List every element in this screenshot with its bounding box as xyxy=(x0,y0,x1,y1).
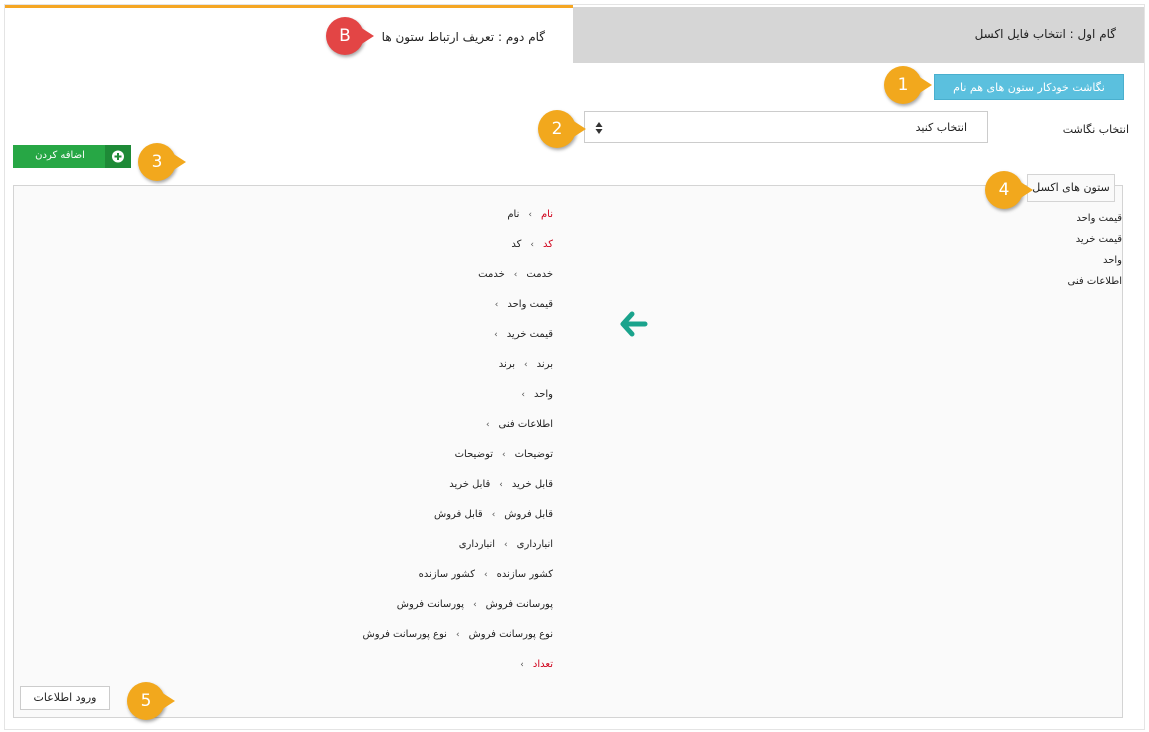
mapping-row[interactable]: پورسانت فروش › پورسانت فروش xyxy=(300,595,553,625)
mapping-excel-column[interactable]: برند xyxy=(499,359,515,370)
mapping-excel-column[interactable]: کشور سازنده xyxy=(419,569,475,580)
chevron-icon: › xyxy=(473,600,477,610)
mapping-excel-column[interactable]: کد xyxy=(511,239,521,250)
auto-map-button[interactable]: نگاشت خودکار ستون های هم نام xyxy=(934,74,1124,100)
chevron-icon: › xyxy=(491,510,496,520)
mapping-field-label: قیمت واحد xyxy=(507,299,553,310)
tab-step1[interactable]: گام اول : انتخاب فایل اکسل xyxy=(573,7,1144,63)
mapping-field-label: تعداد xyxy=(532,659,553,670)
mapping-field-label: نوع پورسانت فروش xyxy=(468,629,553,640)
mapping-excel-column[interactable]: قابل فروش xyxy=(434,509,483,520)
mapping-row[interactable]: قابل خرید › قابل خرید xyxy=(300,475,553,505)
callout-b: B xyxy=(326,17,374,55)
mapping-row[interactable]: واحد › xyxy=(300,385,553,415)
mapping-panel xyxy=(13,185,1123,718)
mapping-row[interactable]: تعداد › xyxy=(300,655,553,685)
mapping-select-label: انتخاب نگاشت xyxy=(1062,123,1129,136)
chevron-icon: › xyxy=(499,480,503,490)
mapping-field-label: قابل خرید xyxy=(511,479,553,490)
mapping-excel-column[interactable]: توضیحات xyxy=(455,449,493,460)
mapping-excel-column[interactable]: نام xyxy=(507,209,519,220)
submit-button[interactable]: ورود اطلاعات xyxy=(20,686,110,710)
tab-step2[interactable]: گام دوم : تعریف ارتباط ستون ها xyxy=(5,5,573,63)
mapping-field-label: کد xyxy=(542,239,553,250)
mapping-field-label: نام xyxy=(540,209,553,220)
mapping-field-label: قیمت خرید xyxy=(506,329,553,340)
excel-columns-button[interactable]: ستون های اکسل xyxy=(1027,174,1115,202)
add-button[interactable]: اضافه کردن xyxy=(13,145,131,168)
tab-step2-label: گام دوم : تعریف ارتباط ستون ها xyxy=(381,30,545,44)
chevron-icon: › xyxy=(455,630,460,640)
chevron-icon: › xyxy=(528,210,532,220)
mapping-row[interactable]: قیمت خرید › xyxy=(300,325,553,355)
chevron-icon: › xyxy=(502,450,506,460)
mapping-row[interactable]: قیمت واحد › xyxy=(300,295,553,325)
mapping-excel-column[interactable]: انبارداری xyxy=(459,539,495,550)
mapping-field-label: کشور سازنده xyxy=(496,569,553,580)
callout-5: 5 xyxy=(127,682,175,720)
mapping-field-label: پورسانت فروش xyxy=(485,599,553,610)
chevron-icon: › xyxy=(520,660,524,670)
chevron-icon: › xyxy=(521,390,525,400)
plus-circle-icon xyxy=(105,145,131,168)
chevron-icon: › xyxy=(504,540,508,550)
tab-step1-label: گام اول : انتخاب فایل اکسل xyxy=(974,27,1116,41)
mapping-row[interactable]: قابل فروش › قابل فروش xyxy=(300,505,553,535)
mapping-row[interactable]: اطلاعات فنی › xyxy=(300,415,553,445)
mapping-excel-column[interactable]: خدمت xyxy=(478,269,505,280)
arrow-left-icon xyxy=(620,311,648,337)
mapping-row[interactable]: کد › کد xyxy=(300,235,553,265)
sort-arrows-icon xyxy=(595,122,603,134)
chevron-icon: › xyxy=(530,240,534,250)
mapping-row[interactable]: نام › نام xyxy=(300,205,553,235)
excel-column-item[interactable]: واحد xyxy=(1068,250,1122,271)
mapping-excel-column[interactable]: قابل خرید xyxy=(449,479,490,490)
mapping-row[interactable]: توضیحات › توضیحات xyxy=(300,445,553,475)
excel-column-item[interactable]: قیمت خرید xyxy=(1068,229,1122,250)
mapping-row[interactable]: کشور سازنده › کشور سازنده xyxy=(300,565,553,595)
chevron-icon: › xyxy=(484,570,488,580)
chevron-icon: › xyxy=(494,300,499,310)
excel-column-item[interactable]: قیمت واحد xyxy=(1068,208,1122,229)
callout-2: 2 xyxy=(538,110,586,148)
add-button-label: اضافه کردن xyxy=(35,150,85,161)
chevron-icon: › xyxy=(513,270,518,280)
mapping-select-value: انتخاب کنید xyxy=(915,121,967,134)
chevron-icon: › xyxy=(524,360,528,370)
mapping-field-label: واحد xyxy=(533,389,553,400)
mapping-field-label: برند xyxy=(536,359,553,370)
callout-1: 1 xyxy=(884,66,932,104)
mapping-row[interactable]: برند › برند xyxy=(300,355,553,385)
mapping-excel-column[interactable]: پورسانت فروش xyxy=(397,599,464,610)
mapping-select[interactable]: انتخاب کنید xyxy=(584,111,988,143)
callout-4: 4 xyxy=(985,171,1033,209)
mapping-field-label: اطلاعات فنی xyxy=(498,419,553,430)
mapping-field-label: قابل فروش xyxy=(504,509,553,520)
callout-3: 3 xyxy=(138,143,186,181)
mapping-row[interactable]: انبارداری › انبارداری xyxy=(300,535,553,565)
mapping-row[interactable]: خدمت › خدمت xyxy=(300,265,553,295)
mapping-list: نام›نام کد›کد خدمت›خدمت قیمت واحد› قیمت خرید… xyxy=(300,205,553,685)
chevron-icon: › xyxy=(494,330,498,340)
mapping-field-label: خدمت xyxy=(526,269,553,280)
chevron-icon: › xyxy=(485,420,490,430)
excel-column-item[interactable]: اطلاعات فنی xyxy=(1068,271,1122,292)
mapping-excel-column[interactable]: نوع پورسانت فروش xyxy=(363,629,447,640)
excel-columns-list: قیمت واحد قیمت خرید واحد اطلاعات فنی xyxy=(1068,208,1122,292)
mapping-field-label: انبارداری xyxy=(516,539,553,550)
mapping-row[interactable]: نوع پورسانت فروش › نوع پورسانت فروش xyxy=(300,625,553,655)
mapping-field-label: توضیحات xyxy=(514,449,553,460)
